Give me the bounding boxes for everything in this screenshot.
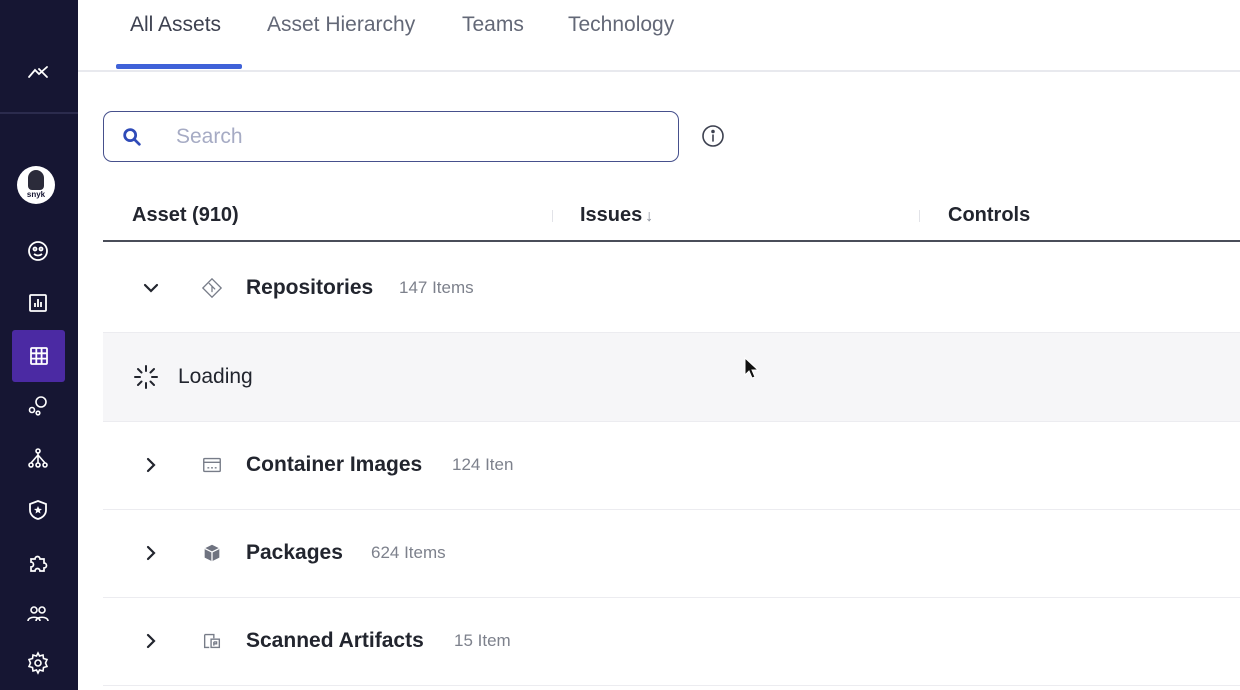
- loading-text: Loading: [178, 365, 253, 388]
- chevron-right-icon[interactable]: [141, 543, 161, 563]
- tab-technology[interactable]: Technology: [568, 10, 674, 40]
- artifact-icon: [201, 630, 223, 652]
- column-header-asset[interactable]: Asset (910): [132, 202, 239, 228]
- search-box: [103, 111, 679, 162]
- snyk-logo-icon: [28, 170, 44, 190]
- active-tab-indicator: [116, 64, 242, 69]
- row-name: Scanned Artifacts: [246, 629, 424, 652]
- trend-icon[interactable]: [20, 55, 56, 91]
- mouse-cursor-icon: [744, 357, 760, 379]
- row-item-count: 124 Iten: [452, 455, 514, 474]
- column-divider: [919, 210, 920, 222]
- loading-spinner-icon: [132, 363, 160, 391]
- tab-asset-hierarchy[interactable]: Asset Hierarchy: [267, 10, 415, 40]
- inventory-grid-icon[interactable]: [12, 330, 65, 382]
- row-item-count: 624 Items: [371, 543, 446, 562]
- hierarchy-icon[interactable]: [20, 440, 56, 476]
- row-name: Packages: [246, 541, 343, 564]
- search-input[interactable]: [176, 122, 656, 152]
- gear-icon[interactable]: [20, 645, 56, 681]
- table-row-packages[interactable]: Packages 624 Items: [103, 510, 1240, 598]
- bubbles-icon[interactable]: [20, 388, 56, 424]
- dashboard-icon[interactable]: [20, 233, 56, 269]
- chevron-down-icon[interactable]: [141, 278, 161, 298]
- table-header: Asset (910) Issues ↓ Controls: [103, 192, 1240, 242]
- tab-bar: All Assets Asset Hierarchy Teams Technol…: [78, 0, 1240, 72]
- search-icon: [121, 126, 143, 148]
- column-divider: [552, 210, 553, 222]
- sidebar: snyk: [0, 0, 78, 690]
- sidebar-top: [0, 0, 78, 114]
- reports-icon[interactable]: [20, 285, 56, 321]
- avatar-text: snyk: [26, 190, 46, 199]
- sort-descending-icon: ↓: [645, 208, 654, 225]
- issues-header-label: Issues: [580, 204, 643, 226]
- package-box-icon: [201, 542, 223, 564]
- puzzle-icon[interactable]: [20, 545, 56, 581]
- row-item-count: 15 Item: [454, 631, 511, 650]
- row-name: Container Images: [246, 453, 423, 476]
- git-diamond-icon: [201, 277, 223, 299]
- column-header-issues[interactable]: Issues ↓: [580, 202, 653, 228]
- tab-all-assets[interactable]: All Assets: [130, 10, 221, 40]
- table-row-repositories[interactable]: Repositories 147 Items: [103, 244, 1240, 333]
- container-icon: [201, 454, 223, 476]
- info-icon[interactable]: [701, 124, 725, 148]
- chevron-right-icon[interactable]: [141, 631, 161, 651]
- loading-row: Loading: [103, 333, 1240, 422]
- tab-teams[interactable]: Teams: [462, 10, 524, 40]
- avatar[interactable]: snyk: [17, 166, 55, 204]
- table-row-container-images[interactable]: Container Images 124 Iten: [103, 422, 1240, 510]
- table-row-scanned-artifacts[interactable]: Scanned Artifacts 15 Item: [103, 598, 1240, 686]
- row-name: Repositories: [246, 276, 374, 299]
- people-icon[interactable]: [20, 596, 56, 632]
- column-header-controls[interactable]: Controls: [948, 202, 1030, 228]
- chevron-right-icon[interactable]: [141, 455, 161, 475]
- row-item-count: 147 Items: [399, 278, 474, 297]
- shield-star-icon[interactable]: [20, 492, 56, 528]
